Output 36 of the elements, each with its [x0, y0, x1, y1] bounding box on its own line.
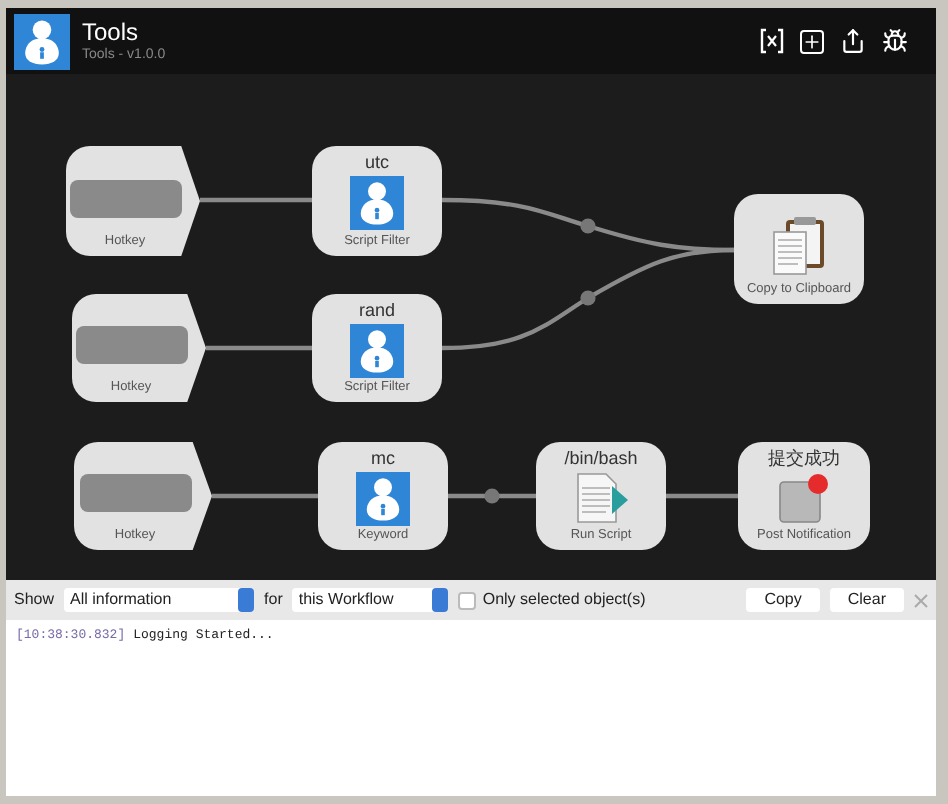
debug-icon[interactable] [882, 28, 908, 54]
node-title: rand [358, 300, 395, 322]
checkbox-label: Only selected object(s) [482, 588, 646, 612]
workflow-title: Tools [82, 18, 141, 46]
for-label: for [264, 588, 283, 612]
log-button[interactable]: Copy [746, 588, 820, 612]
connector-line [212, 493, 318, 499]
log-button[interactable]: Clear [829, 588, 904, 612]
node-title: /bin/bash [564, 448, 638, 470]
checkbox[interactable] [458, 591, 477, 609]
key-field [79, 474, 191, 512]
person-icon [356, 471, 410, 525]
notification-icon [776, 472, 832, 524]
person-icon [14, 13, 70, 69]
clipboard-icon [771, 216, 827, 276]
show-select[interactable]: All information [64, 588, 255, 612]
junction-dot[interactable] [484, 488, 500, 504]
node-title: mc [371, 448, 395, 470]
connector-line [200, 197, 312, 203]
workflow-select[interactable]: this Workflow [292, 588, 449, 612]
node-title: 提交成功 [768, 448, 840, 470]
connector-line [448, 493, 536, 499]
variables-icon[interactable] [760, 28, 784, 54]
key-field [69, 179, 181, 217]
node-title: utc [364, 152, 389, 174]
add-icon[interactable] [800, 29, 824, 53]
script-icon [573, 472, 629, 524]
connector-line [206, 345, 312, 351]
junction-dot[interactable] [580, 290, 596, 306]
show-label: Show [14, 588, 55, 612]
key-field [75, 326, 187, 364]
person-icon [350, 323, 404, 377]
junction-dot[interactable] [580, 218, 596, 234]
person-icon [350, 176, 404, 230]
connector-line [666, 493, 738, 499]
share-icon[interactable] [840, 28, 866, 54]
